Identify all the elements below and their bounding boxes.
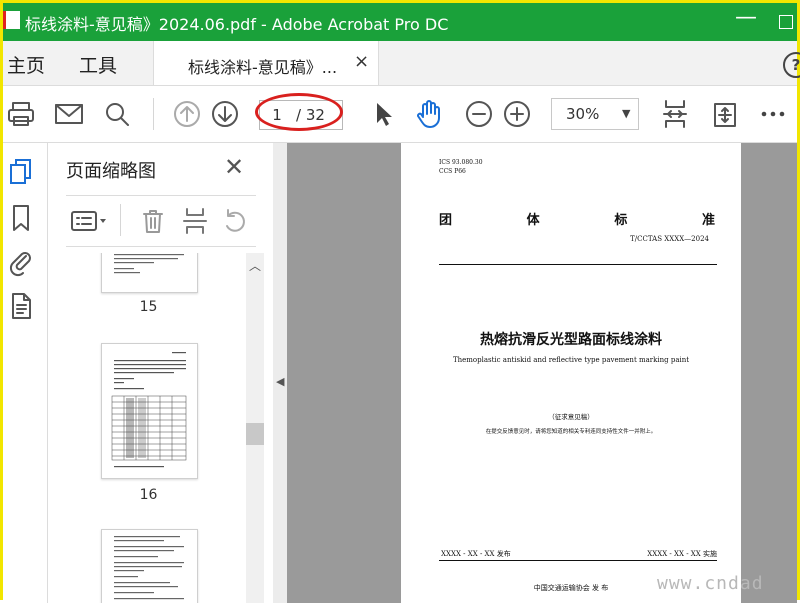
options-icon[interactable] [70, 206, 110, 236]
zoom-out-icon[interactable] [463, 98, 495, 130]
document-viewport[interactable]: ICS 93.080.30 CCS P66 团 体 标 准 T/CCTAS XX… [287, 143, 797, 603]
delete-icon[interactable] [138, 206, 168, 236]
document-page: ICS 93.080.30 CCS P66 团 体 标 准 T/CCTAS XX… [401, 143, 741, 603]
window-title: 标线涂料-意见稿》2024.06.pdf - Adobe Acrobat Pro… [25, 15, 449, 34]
print-icon[interactable] [5, 98, 37, 130]
arrow-down-icon[interactable] [209, 98, 241, 130]
page-number-input[interactable] [260, 101, 294, 129]
chevron-left-icon: ◀ [276, 375, 285, 388]
zoom-in-icon[interactable] [501, 98, 533, 130]
hand-icon[interactable] [413, 98, 445, 130]
tab-home[interactable]: 主页 [7, 51, 45, 78]
tab-bar: 主页 工具 标线涂料-意见稿》... × ? [3, 41, 800, 86]
panel-tool-separator [120, 204, 121, 236]
scrollbar-thumb[interactable] [246, 423, 264, 445]
doc-title-cn: 热熔抗滑反光型路面标线涂料 [480, 332, 662, 348]
doc-standard-number: T/CCTAS XXXX—2024 [630, 235, 709, 243]
document-icon[interactable] [7, 291, 35, 321]
close-panel-icon[interactable]: ✕ [224, 153, 244, 181]
fit-page-icon[interactable] [659, 98, 691, 130]
panel-toolbar [66, 195, 256, 247]
zoom-value: 30% [566, 105, 600, 123]
doc-org-char: 团 [439, 213, 453, 228]
chevron-down-icon: ▼ [622, 107, 631, 120]
pages-icon[interactable] [7, 157, 35, 187]
left-rail [3, 143, 48, 603]
undo-icon[interactable] [220, 206, 250, 236]
page-number-box: / 32 [259, 100, 343, 130]
minimize-icon[interactable]: — [735, 5, 757, 30]
email-icon[interactable] [53, 98, 85, 130]
doc-ccs: CCS P66 [439, 168, 466, 175]
chevron-up-icon[interactable]: ︿ [249, 257, 261, 274]
doc-implement-date: XXXX - XX - XX 实施 [647, 550, 717, 558]
thumbnails-panel: 页面缩略图 ✕ 15 16 ︿ [48, 143, 274, 603]
help-icon[interactable]: ? [783, 52, 800, 78]
thumbnail-content [111, 352, 187, 468]
doc-divider [439, 264, 717, 265]
bookmark-icon[interactable] [7, 203, 35, 233]
maximize-icon[interactable] [779, 15, 793, 29]
acrobat-app-icon [3, 11, 20, 29]
doc-note: 在提交反馈意见时，请将您知道的相关专利连同支持性文件一并附上。 [485, 429, 657, 435]
tab-document[interactable]: 标线涂料-意见稿》... × [153, 41, 379, 85]
tab-document-label: 标线涂料-意见稿》... [188, 58, 338, 77]
more-icon[interactable] [757, 98, 789, 130]
toolbar: / 32 30% ▼ [3, 86, 797, 143]
arrow-up-icon[interactable] [171, 98, 203, 130]
thumbnail-label: 15 [139, 299, 158, 315]
doc-org-char: 准 [701, 213, 715, 228]
zoom-select[interactable]: 30% ▼ [551, 98, 639, 130]
doc-classification: ICS 93.080.30 CCS P66 [439, 158, 483, 176]
rotate-icon[interactable] [709, 98, 741, 130]
thumbnail-content [114, 254, 184, 274]
attachment-icon[interactable] [7, 247, 35, 277]
thumbnail-label: 16 [139, 487, 158, 503]
doc-divider [439, 560, 717, 561]
doc-title-en: Themoplastic antiskid and reflective typ… [452, 356, 690, 364]
extract-icon[interactable] [180, 206, 210, 236]
search-icon[interactable] [101, 98, 133, 130]
doc-org-heading: 团 体 标 准 [439, 209, 715, 228]
doc-org-char: 标 [614, 213, 628, 228]
doc-ics: ICS 93.080.30 [439, 159, 483, 166]
close-tab-icon[interactable]: × [354, 51, 369, 72]
thumbnail-scrollbar[interactable]: ︿ [246, 253, 264, 603]
thumbnail-page[interactable] [101, 529, 198, 603]
select-pointer-icon[interactable] [367, 98, 399, 130]
page-total: / 32 [296, 106, 325, 124]
doc-status: （征求意见稿） [548, 413, 594, 421]
thumbnail-page[interactable] [101, 253, 198, 293]
doc-issue-date: XXXX - XX - XX 发布 [441, 550, 511, 558]
toolbar-separator [153, 98, 154, 130]
doc-publisher: 中国交通运输协会 发 布 [533, 584, 609, 592]
tab-tools[interactable]: 工具 [79, 51, 117, 78]
thumbnail-list: 15 16 [48, 253, 248, 603]
title-bar: 标线涂料-意见稿》2024.06.pdf - Adobe Acrobat Pro… [3, 3, 797, 41]
panel-title: 页面缩略图 [66, 161, 156, 182]
doc-org-char: 体 [526, 213, 540, 228]
thumbnail-content [114, 536, 184, 600]
panel-collapse-handle[interactable]: ◀ [273, 143, 287, 603]
thumbnail-page[interactable] [101, 343, 198, 479]
